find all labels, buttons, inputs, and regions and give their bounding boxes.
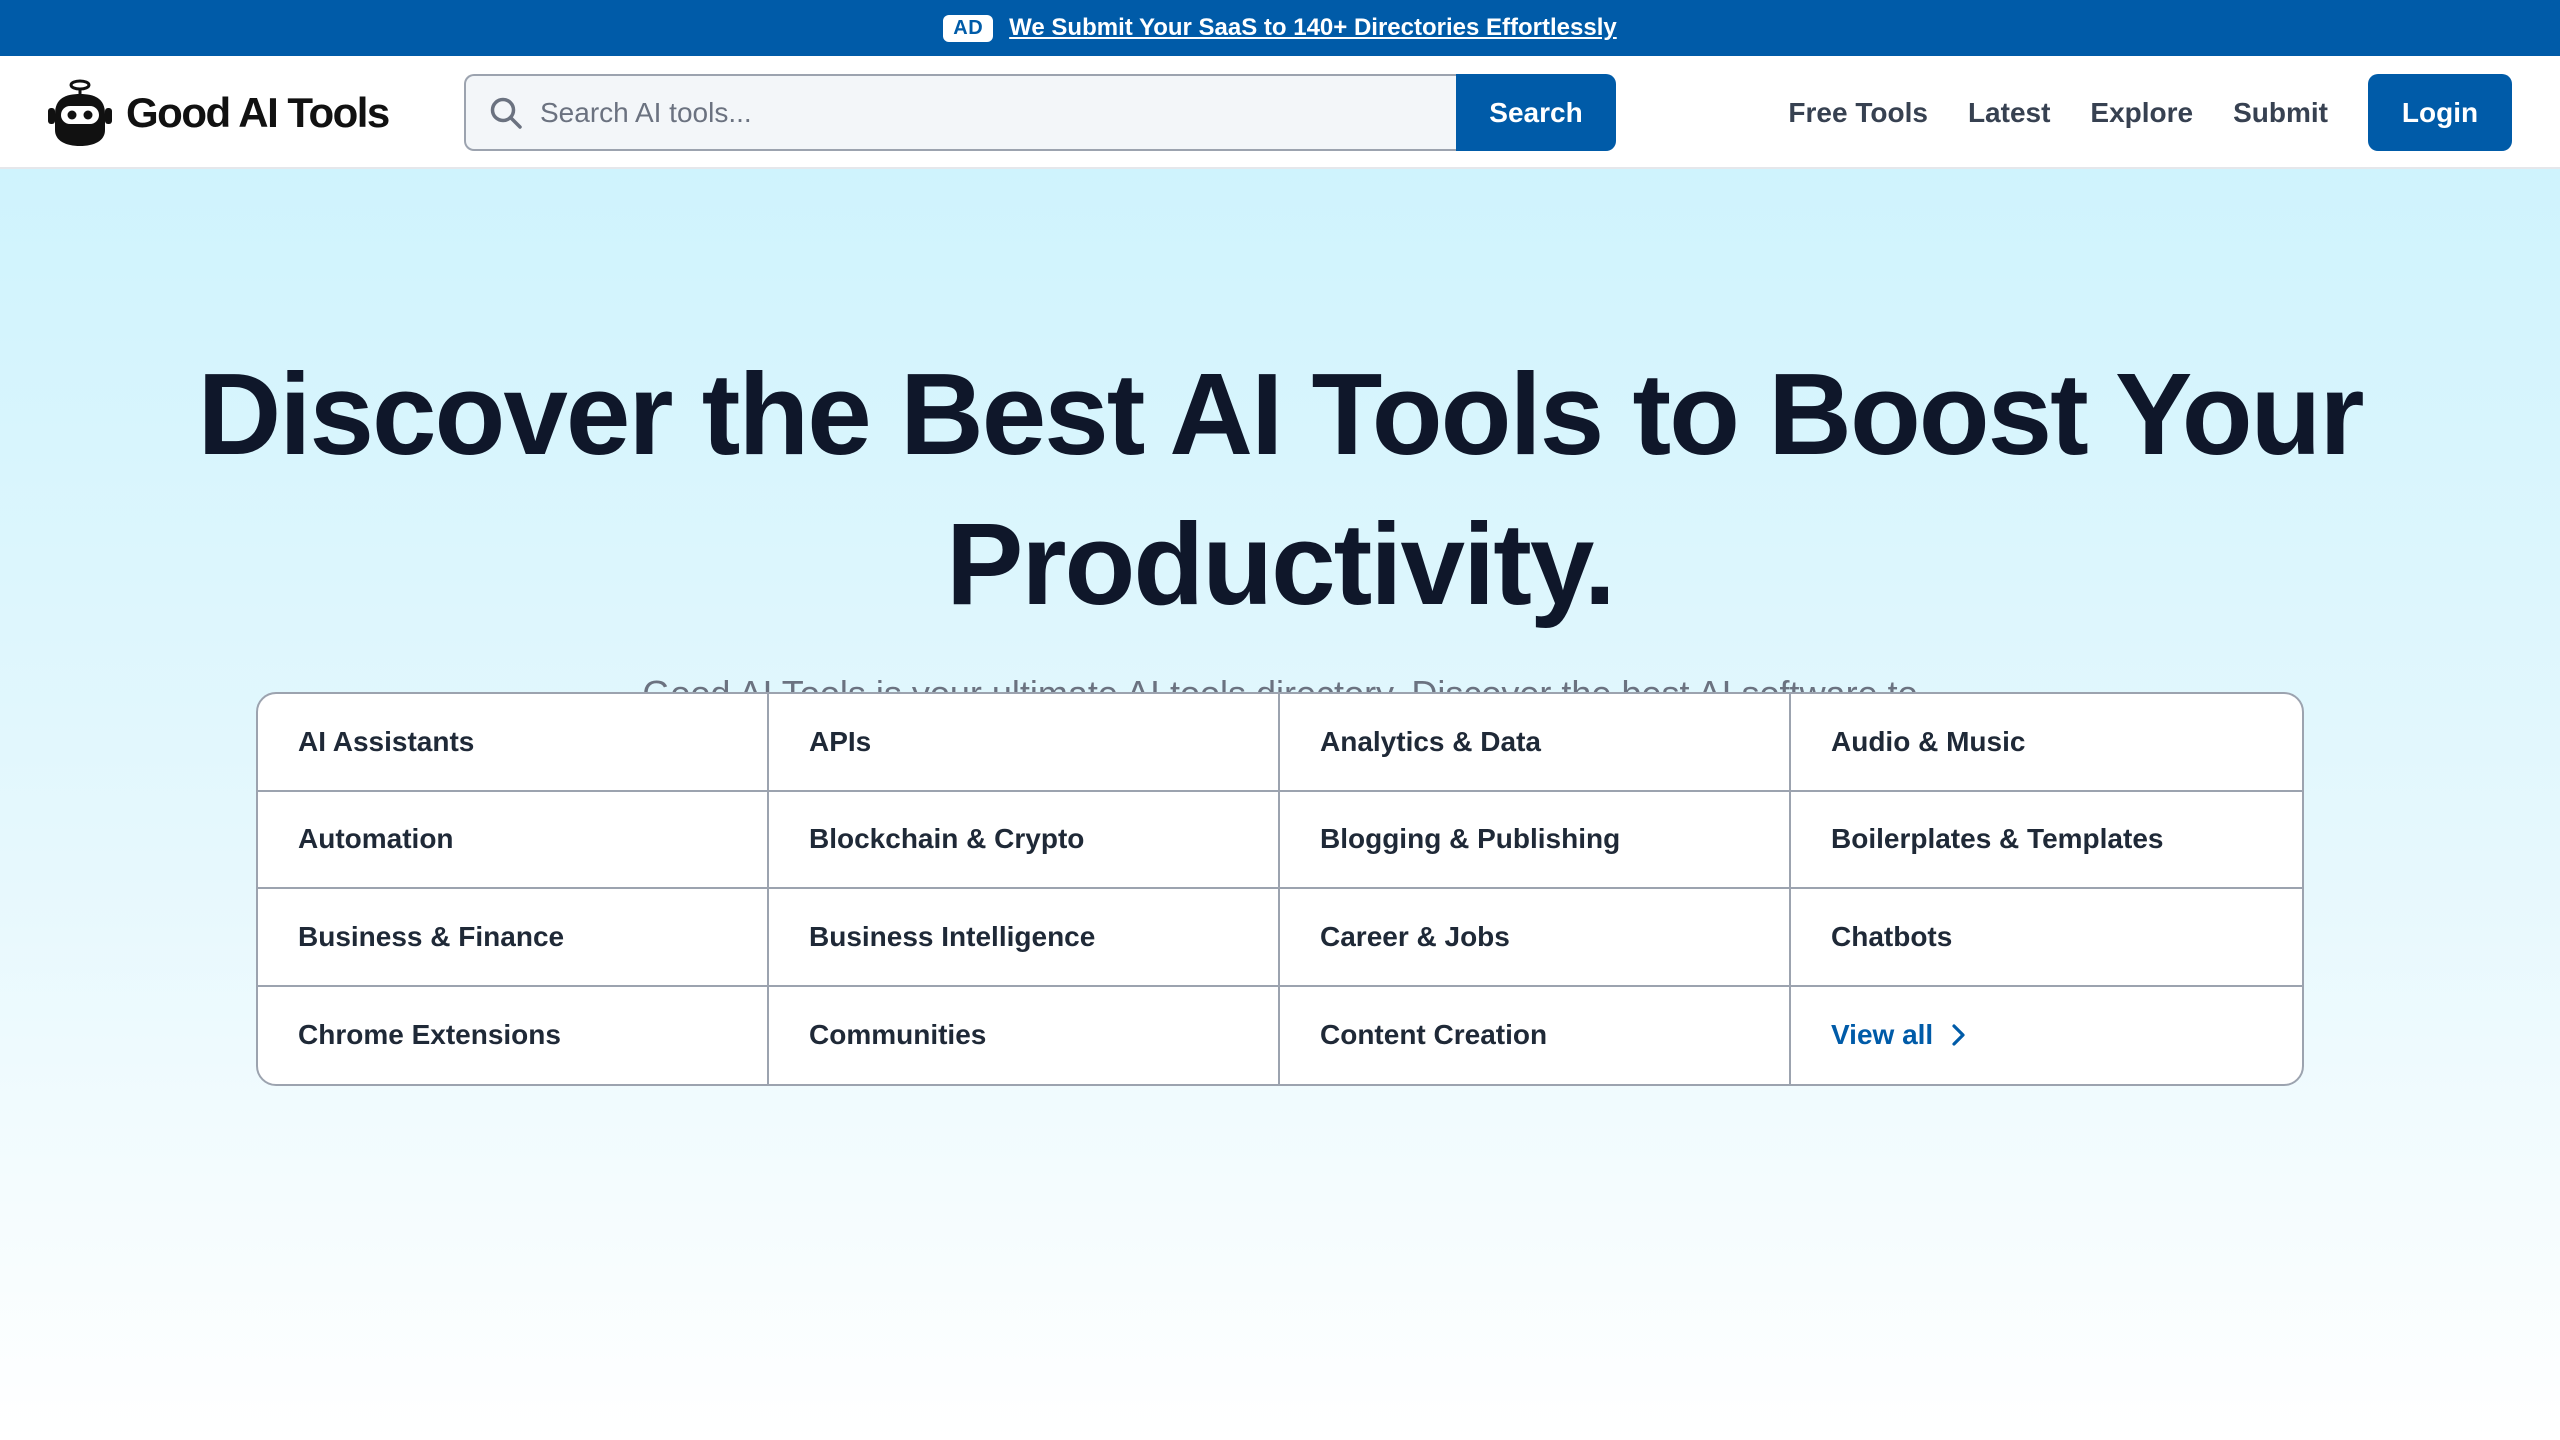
search-button[interactable]: Search	[1456, 74, 1616, 151]
category-analytics-data[interactable]: Analytics & Data	[1280, 694, 1791, 792]
category-automation[interactable]: Automation	[258, 791, 769, 889]
category-audio-music[interactable]: Audio & Music	[1791, 694, 2302, 792]
category-chatbots[interactable]: Chatbots	[1791, 889, 2302, 987]
category-grid: AI Assistants APIs Analytics & Data Audi…	[256, 692, 2304, 1086]
search-icon	[490, 97, 522, 129]
category-communities[interactable]: Communities	[769, 986, 1280, 1084]
main-nav: Free Tools Latest Explore Submit Login	[1748, 74, 2512, 151]
category-business-intelligence[interactable]: Business Intelligence	[769, 889, 1280, 987]
category-apis[interactable]: APIs	[769, 694, 1280, 792]
ad-banner: AD We Submit Your SaaS to 140+ Directori…	[0, 0, 2560, 56]
chevron-right-icon	[1952, 1024, 1965, 1046]
nav-free-tools[interactable]: Free Tools	[1788, 97, 1928, 129]
category-content-creation[interactable]: Content Creation	[1280, 986, 1791, 1084]
search-input[interactable]	[540, 76, 1456, 149]
robot-icon	[48, 79, 112, 146]
site-header: Good AI Tools Search Free Tools Latest E…	[0, 56, 2560, 169]
nav-explore[interactable]: Explore	[2090, 97, 2193, 129]
view-all-link[interactable]: View all	[1791, 987, 2302, 1085]
category-ai-assistants[interactable]: AI Assistants	[258, 694, 769, 792]
ad-badge: AD	[943, 14, 994, 42]
search-box[interactable]	[464, 74, 1456, 151]
site-logo[interactable]: Good AI Tools	[46, 78, 390, 148]
category-business-finance[interactable]: Business & Finance	[258, 889, 769, 987]
category-career-jobs[interactable]: Career & Jobs	[1280, 889, 1791, 987]
category-boilerplates-templates[interactable]: Boilerplates & Templates	[1791, 792, 2302, 889]
category-blockchain-crypto[interactable]: Blockchain & Crypto	[769, 791, 1280, 889]
ad-link[interactable]: We Submit Your SaaS to 140+ Directories …	[1009, 14, 1617, 42]
search-bar: Search	[464, 74, 1616, 151]
nav-latest[interactable]: Latest	[1968, 97, 2050, 129]
nav-submit[interactable]: Submit	[2233, 97, 2328, 129]
login-button[interactable]: Login	[2368, 74, 2512, 151]
logo-text: Good AI Tools	[126, 89, 390, 136]
category-blogging-publishing[interactable]: Blogging & Publishing	[1280, 791, 1791, 889]
hero-title: Discover the Best AI Tools to Boost Your…	[197, 349, 2364, 629]
view-all-label: View all	[1831, 1019, 1934, 1051]
category-chrome-extensions[interactable]: Chrome Extensions	[258, 986, 769, 1084]
